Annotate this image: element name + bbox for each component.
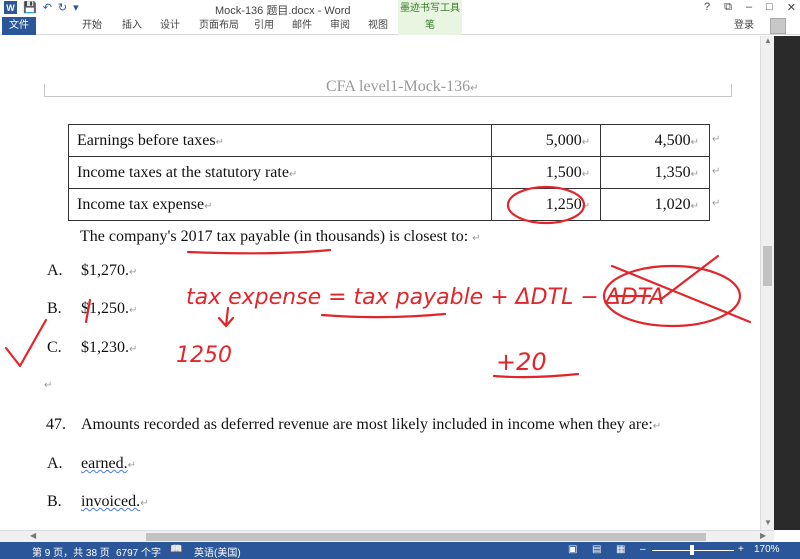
minimize-icon[interactable]: – (746, 1, 752, 14)
close-icon[interactable]: ✕ (787, 1, 796, 14)
help-icon[interactable]: ? (704, 1, 710, 14)
tab-pen[interactable]: 笔 (398, 17, 462, 35)
scroll-left-icon[interactable]: ◀ (30, 531, 36, 540)
tax-table: Earnings before taxes↵ 5,000↵ 4,500↵ Inc… (67, 124, 710, 221)
row-end-mark: ↵ (712, 198, 721, 209)
avatar[interactable] (770, 18, 786, 34)
language-indicator[interactable]: 英语(美国) (194, 544, 241, 559)
tab-home[interactable]: 开始 (78, 17, 106, 35)
table-cell-value: 1,250↵ (491, 188, 602, 221)
page-count[interactable]: 第 9 页，共 38 页 (32, 544, 110, 559)
tab-mailings[interactable]: 邮件 (288, 17, 316, 35)
customize-qa-icon[interactable]: ▾ (73, 1, 79, 14)
scroll-up-icon[interactable]: ▲ (761, 36, 775, 48)
option-b-text: $1,250.↵ (81, 300, 138, 317)
table-row: Income tax expense↵ 1,250↵ 1,020↵ (67, 188, 710, 221)
option-b-letter: B. (47, 300, 62, 317)
word-count[interactable]: 6797 个字 (116, 544, 161, 559)
quick-access-toolbar: W 💾 ↶ ↻ ▾ (4, 1, 79, 14)
ink-tools-group-label: 墨迹书写工具 (398, 0, 462, 17)
tab-file[interactable]: 文件 (2, 17, 36, 35)
scroll-right-icon[interactable]: ▶ (760, 531, 766, 540)
save-icon[interactable]: 💾 (23, 1, 37, 14)
zoom-out-icon[interactable]: – (640, 544, 646, 555)
table-cell-value: 1,020↵ (600, 188, 710, 221)
horizontal-scrollbar[interactable]: ◀ ▶ (0, 530, 774, 542)
ribbon-display-icon[interactable]: ⧉ (724, 1, 732, 14)
table-cell-value: 5,000↵ (491, 124, 602, 157)
read-mode-icon[interactable]: ▣ (568, 544, 577, 555)
undo-icon[interactable]: ↶ (43, 1, 52, 14)
tab-layout[interactable]: 页面布局 (196, 17, 242, 35)
tab-references[interactable]: 引用 (250, 17, 278, 35)
maximize-icon[interactable]: □ (766, 1, 773, 14)
page-header: CFA level1-Mock-136↵ (326, 78, 479, 95)
tab-design[interactable]: 设计 (156, 17, 184, 35)
table-cell-value: 1,500↵ (491, 156, 602, 189)
vertical-scroll-thumb[interactable] (763, 246, 772, 286)
tab-insert[interactable]: 插入 (118, 17, 146, 35)
print-layout-icon[interactable]: ▤ (592, 544, 601, 555)
zoom-slider-thumb[interactable] (690, 545, 694, 555)
vertical-scrollbar[interactable]: ▲ ▼ (760, 36, 774, 530)
table-cell-value: 4,500↵ (600, 124, 710, 157)
table-cell-label: Income tax expense↵ (67, 188, 493, 221)
proofing-icon[interactable]: 📖 (170, 544, 182, 555)
q47-option-b-letter: B. (47, 493, 62, 510)
table-cell-label: Earnings before taxes↵ (67, 124, 493, 157)
table-row: Earnings before taxes↵ 5,000↵ 4,500↵ (67, 124, 710, 157)
header-rule (44, 96, 732, 97)
window-controls: ? ⧉ – □ ✕ (704, 1, 796, 14)
title-bar: W 💾 ↶ ↻ ▾ Mock-136 题目.docx - Word 墨迹书写工具… (0, 0, 800, 17)
option-c-text: $1,230.↵ (81, 339, 138, 356)
status-bar: 第 9 页，共 38 页 6797 个字 📖 英语(美国) ▣ ▤ ▦ – + … (0, 542, 800, 559)
q47-option-a-letter: A. (47, 455, 63, 472)
zoom-in-icon[interactable]: + (738, 544, 744, 555)
window-edge (774, 36, 800, 530)
q47-option-a-text: earned.↵ (81, 455, 137, 472)
horizontal-scroll-thumb[interactable] (146, 533, 706, 541)
table-row: Income taxes at the statutory rate↵ 1,50… (67, 156, 710, 189)
question-47-number: 47. (46, 416, 66, 433)
empty-paragraph-mark: ↵ (44, 380, 53, 391)
scroll-down-icon[interactable]: ▼ (761, 518, 775, 530)
question-47-stem: Amounts recorded as deferred revenue are… (81, 416, 662, 433)
option-c-letter: C. (47, 339, 62, 356)
window-title: Mock-136 题目.docx - Word (215, 5, 351, 17)
row-end-mark: ↵ (712, 166, 721, 177)
web-layout-icon[interactable]: ▦ (616, 544, 625, 555)
tab-view[interactable]: 视图 (364, 17, 392, 35)
zoom-level[interactable]: 170% (754, 544, 780, 555)
sign-in-link[interactable]: 登录 (734, 17, 754, 35)
ribbon-tabs: 文件 开始 插入 设计 页面布局 引用 邮件 审阅 视图 笔 登录 (0, 17, 800, 35)
redo-icon[interactable]: ↻ (58, 1, 67, 14)
table-cell-value: 1,350↵ (600, 156, 710, 189)
word-app-icon: W (4, 1, 17, 14)
row-end-mark: ↵ (712, 134, 721, 145)
q47-option-b-text: invoiced.↵ (81, 493, 149, 510)
table-cell-label: Income taxes at the statutory rate↵ (67, 156, 493, 189)
tab-review[interactable]: 审阅 (326, 17, 354, 35)
option-a-letter: A. (47, 262, 63, 279)
option-a-text: $1,270.↵ (81, 262, 138, 279)
question-46-stem: The company's 2017 tax payable (in thous… (80, 228, 481, 245)
